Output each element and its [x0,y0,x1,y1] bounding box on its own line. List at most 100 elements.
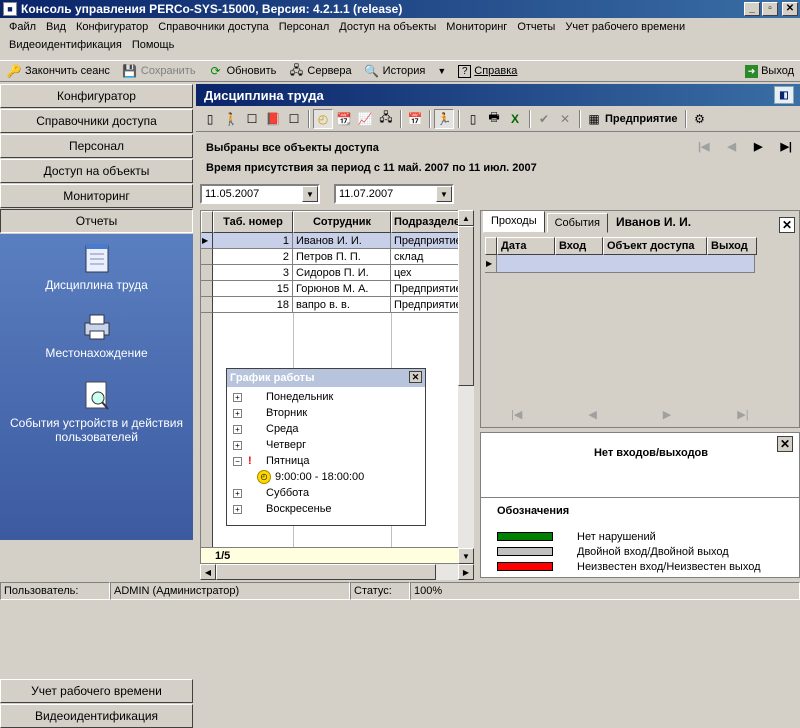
expand-icon[interactable]: + [233,392,242,402]
settings-doc-icon[interactable]: ⚙ [690,109,710,129]
table-row[interactable]: 2 Петров П. П. склад [201,249,473,265]
document-icon[interactable]: ▯ [463,109,483,129]
refresh-button[interactable]: ⟳ Обновить [202,61,283,81]
scroll-thumb-horizontal[interactable] [216,564,436,580]
grid-header-employee[interactable]: Сотрудник [293,211,391,233]
grid-horizontal-scrollbar[interactable]: ◀ ▶ [200,564,474,580]
collapse-icon[interactable]: − [233,456,242,466]
table-row[interactable]: 3 Сидоров П. И. цех [201,265,473,281]
report-device-events[interactable]: События устройств и действия пользовател… [0,380,193,444]
chart-icon[interactable]: 📈 [355,109,375,129]
grid-vertical-scrollbar[interactable]: ▲ ▼ [458,210,474,564]
tree-item-tuesday[interactable]: + Вторник [227,405,425,421]
end-session-button[interactable]: 🔑 Закончить сеанс [0,61,116,81]
grid-header-tab-number[interactable]: Таб. номер [213,211,293,233]
next-record-icon[interactable]: ▶ [663,408,671,421]
report-discipline[interactable]: Дисциплина труда [0,242,193,292]
passes-header-entry[interactable]: Вход [555,237,603,255]
tab-events[interactable]: События [546,213,609,233]
tree-item-thursday[interactable]: + Четверг [227,437,425,453]
clock-icon[interactable]: ◴ [313,108,333,129]
first-record-icon[interactable]: |◀ [698,140,710,153]
menu-reports[interactable]: Отчеты [512,21,560,33]
menu-video-id[interactable]: Видеоидентификация [4,39,127,51]
print-icon[interactable]: 🖶 [484,109,504,129]
date-from-picker[interactable]: 11.05.2007 ▼ [200,184,320,204]
nav-time-tracking[interactable]: Учет рабочего времени [0,679,193,703]
prev-record-icon[interactable]: ◀ [728,140,736,153]
nav-object-access[interactable]: Доступ на объекты [0,159,193,183]
close-icon[interactable]: ✕ [409,371,422,383]
maximize-button[interactable]: ▫ [762,2,778,16]
table-row[interactable]: ▶ 1 Иванов И. И. Предприятие [201,233,473,249]
passes-header-date[interactable]: Дата [497,237,555,255]
table-row[interactable]: 18 вапро в. в. Предприятие [201,297,473,313]
dropdown-arrow-icon[interactable]: ▼ [302,186,318,202]
scroll-up-icon[interactable]: ▲ [458,210,474,226]
next-record-icon[interactable]: ▶ [754,140,762,153]
passes-header-exit[interactable]: Выход [707,237,757,255]
nav-monitoring[interactable]: Мониторинг [0,184,193,208]
date-to-picker[interactable]: 11.07.2007 ▼ [334,184,454,204]
expand-icon[interactable]: + [233,488,242,498]
nav-access-refs[interactable]: Справочники доступа [0,109,193,133]
expand-icon[interactable]: + [233,424,242,434]
enterprise-button[interactable]: Предприятие [605,113,678,125]
scroll-left-icon[interactable]: ◀ [200,564,216,580]
calendar-icon[interactable]: 📅 [405,109,425,129]
menu-view[interactable]: Вид [41,21,71,33]
dropdown-arrow-icon[interactable]: ▼ [436,186,452,202]
nav-configurator[interactable]: Конфигуратор [0,84,193,108]
network-icon[interactable]: 🖧 [376,109,396,129]
menu-file[interactable]: Файл [4,21,41,33]
new-page-icon[interactable]: ▯ [200,109,220,129]
checkbox-icon[interactable]: ☐ [242,109,262,129]
expand-icon[interactable]: + [233,408,242,418]
save-button[interactable]: 💾 Сохранить [116,61,202,81]
minimize-button[interactable]: _ [744,2,760,16]
passes-header-object[interactable]: Объект доступа [603,237,707,255]
tree-item-friday[interactable]: −! Пятница [227,453,425,469]
nav-personnel[interactable]: Персонал [0,134,193,158]
excel-icon[interactable]: X [505,109,525,129]
close-window-button[interactable]: ✕ [782,2,798,16]
tree-item-monday[interactable]: + Понедельник [227,389,425,405]
tree-item-saturday[interactable]: + Суббота [227,485,425,501]
tree-item-wednesday[interactable]: + Среда [227,421,425,437]
history-button[interactable]: 🔍 История [358,61,432,81]
expand-icon[interactable]: + [233,440,242,450]
prev-record-icon[interactable]: ◀ [588,408,596,421]
scroll-down-icon[interactable]: ▼ [458,548,474,564]
scroll-thumb[interactable] [458,226,474,386]
grid-header-department[interactable]: Подразделе [391,211,463,233]
persons-icon[interactable]: 🚶 [221,109,241,129]
empty-box-icon[interactable]: ☐ [284,109,304,129]
report-window-icon[interactable]: ◧ [774,86,794,104]
table-row[interactable]: 15 Горюнов М. А. Предприятие [201,281,473,297]
menu-monitoring[interactable]: Мониторинг [441,21,512,33]
nav-reports[interactable]: Отчеты [0,209,193,233]
nav-video-id[interactable]: Видеоидентификация [0,704,193,728]
tab-passes[interactable]: Проходы [483,211,545,233]
menu-object-access[interactable]: Доступ на объекты [334,21,441,33]
cross-icon[interactable]: ✕ [555,109,575,129]
help-button[interactable]: ? Справка [452,61,523,81]
close-icon[interactable]: ✕ [779,217,795,233]
menu-access-refs[interactable]: Справочники доступа [153,21,273,33]
tree-item-sunday[interactable]: + Воскресенье [227,501,425,517]
table-row[interactable]: ▶ [485,255,797,273]
calendar-clock-icon[interactable]: 📆 [334,109,354,129]
first-record-icon[interactable]: |◀ [511,408,522,421]
running-man-icon[interactable]: 🏃 [434,108,454,129]
expand-icon[interactable]: + [233,504,242,514]
servers-button[interactable]: 🖧 Сервера [282,61,357,81]
scroll-right-icon[interactable]: ▶ [458,564,474,580]
menu-personnel[interactable]: Персонал [274,21,335,33]
tree-item-friday-time[interactable]: ◴ 9:00:00 - 18:00:00 [227,469,425,485]
report-location[interactable]: Местонахождение [0,310,193,360]
last-record-icon[interactable]: ▶| [737,408,748,421]
menu-help[interactable]: Помощь [127,39,180,51]
book-icon[interactable]: 📕 [263,109,283,129]
checkmark-icon[interactable]: ✔ [534,109,554,129]
menu-configurator[interactable]: Конфигуратор [71,21,153,33]
